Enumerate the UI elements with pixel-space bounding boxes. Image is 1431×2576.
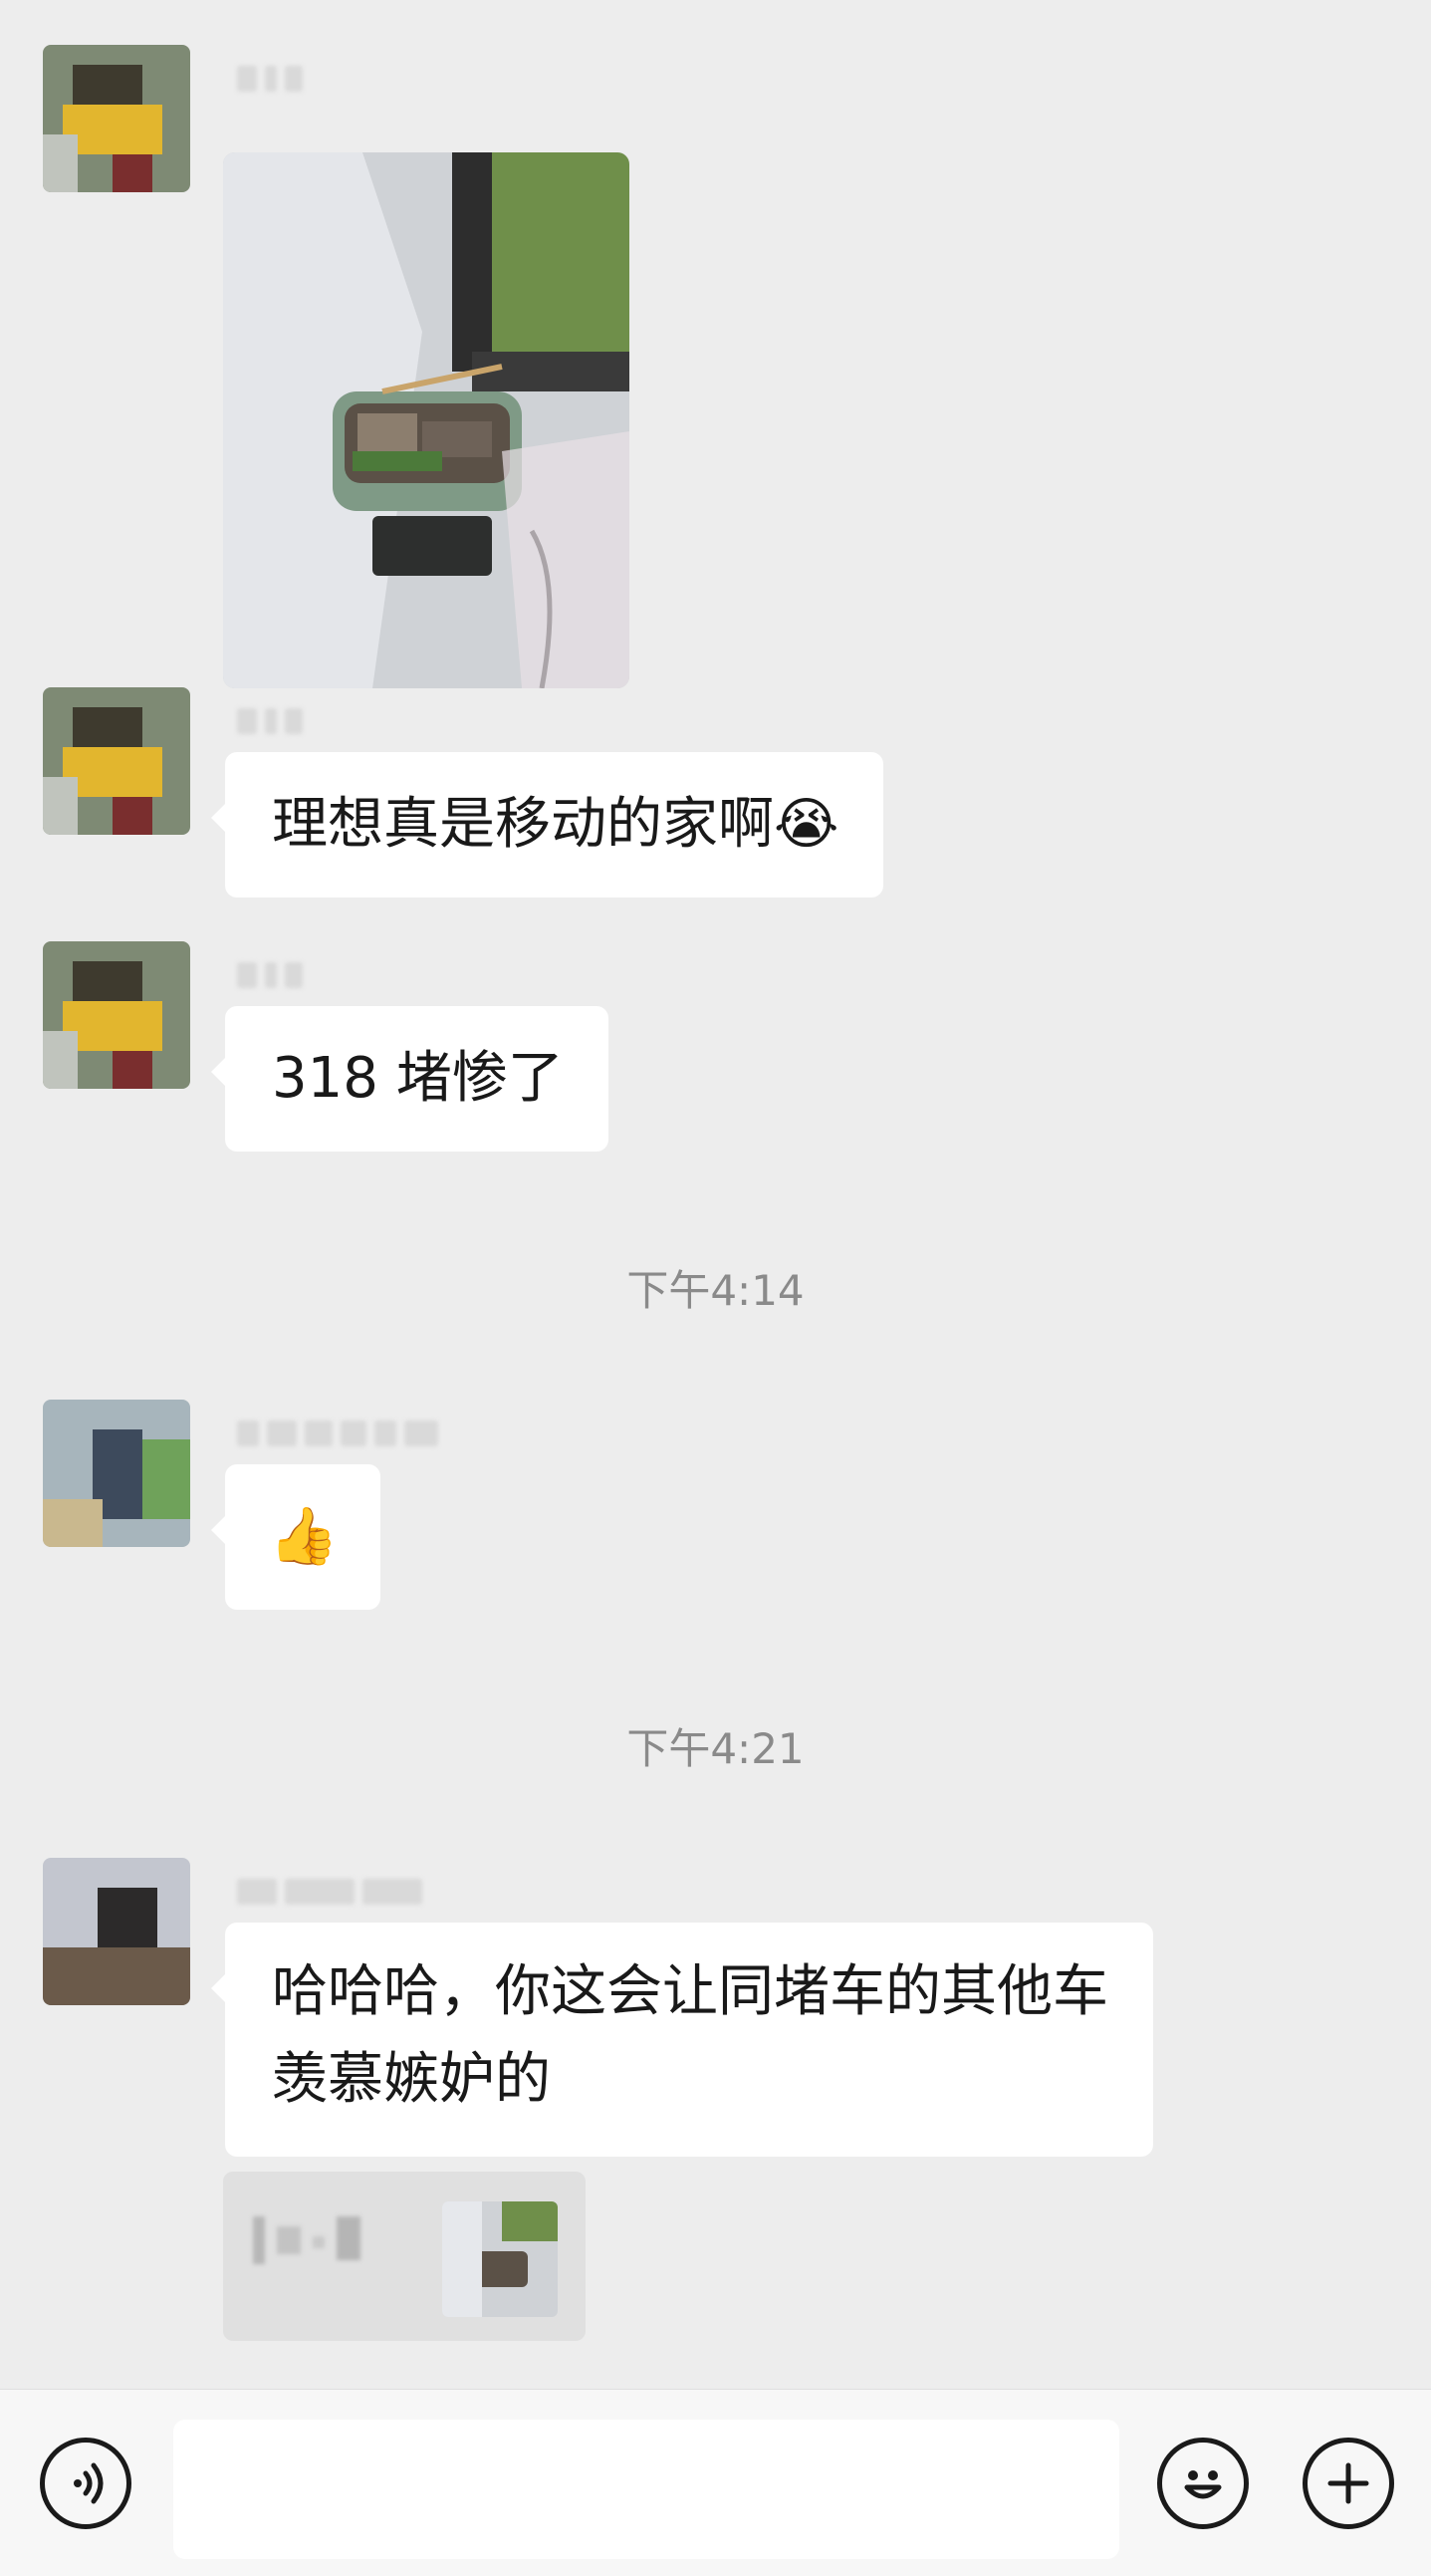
message-text-line: 羡慕嫉妒的 [272, 2047, 551, 2112]
shared-photo[interactable] [223, 152, 629, 688]
sender-name-blurred [237, 953, 303, 997]
message-text-line: 哈哈哈，你这会让同堵车的其他车 [272, 1959, 1108, 2024]
avatar[interactable] [43, 45, 190, 192]
smiley-icon[interactable] [1157, 2438, 1249, 2529]
sender-name-blurred [237, 57, 303, 101]
avatar[interactable] [43, 1400, 190, 1547]
message-bubble[interactable]: 318 堵惨了 [211, 1006, 608, 1152]
avatar[interactable] [43, 687, 190, 835]
crying-laughing-emoji-icon: 😭 [774, 792, 839, 857]
message-bubble[interactable]: 哈哈哈，你这会让同堵车的其他车 羡慕嫉妒的 [211, 1923, 1153, 2157]
message-input[interactable] [173, 2420, 1119, 2559]
avatar[interactable] [43, 1858, 190, 2005]
message-text: 318 堵惨了 [272, 1046, 564, 1111]
quoted-photo-thumbnail [442, 2201, 558, 2317]
timestamp: 下午4:21 [626, 1724, 805, 1773]
plus-icon[interactable] [1303, 2438, 1394, 2529]
timestamp: 下午4:14 [626, 1266, 805, 1315]
voice-icon[interactable] [40, 2438, 131, 2529]
quoted-sender-blurred [253, 2216, 360, 2264]
sender-name-blurred [237, 699, 303, 743]
message-text: 理想真是移动的家啊 [272, 792, 774, 857]
message-bubble[interactable]: 👍 [211, 1464, 380, 1610]
input-bar [0, 2389, 1431, 2576]
sender-name-blurred [237, 1412, 438, 1455]
quoted-message[interactable] [223, 2172, 586, 2341]
thumbs-up-emoji-icon: 👍 [269, 1504, 339, 1569]
avatar[interactable] [43, 941, 190, 1089]
message-bubble[interactable]: 理想真是移动的家啊😭 [210, 752, 884, 898]
sender-name-blurred [237, 1870, 422, 1914]
